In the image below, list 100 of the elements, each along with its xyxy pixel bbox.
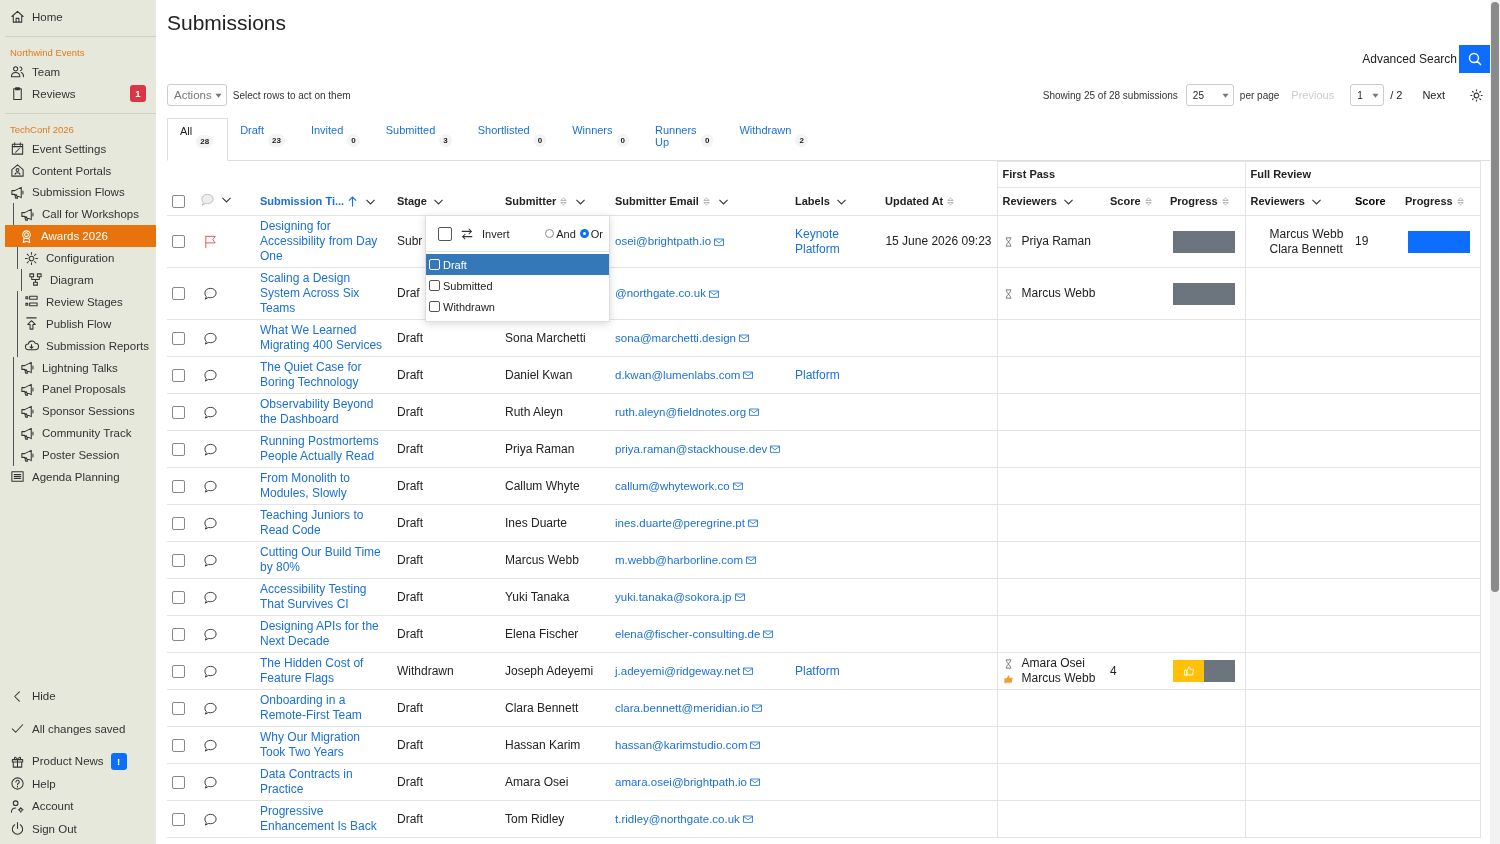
email-link[interactable]: osei@brightpath.io bbox=[615, 234, 712, 249]
invert-toggle[interactable]: Invert bbox=[438, 226, 510, 241]
sidebar-item[interactable]: Sign Out bbox=[5, 817, 156, 840]
submission-title-link[interactable]: From Monolith to Modules, Slowly bbox=[260, 471, 387, 501]
column-header[interactable]: Reviewers bbox=[1002, 194, 1075, 209]
match-mode-radio[interactable]: Or bbox=[579, 227, 603, 240]
row-checkbox[interactable] bbox=[172, 701, 185, 715]
sidebar-item[interactable]: Reviews 1 bbox=[5, 82, 156, 105]
email-link[interactable]: @northgate.co.uk bbox=[615, 286, 706, 301]
comment-icon[interactable] bbox=[203, 663, 218, 679]
comment-icon[interactable] bbox=[203, 552, 218, 568]
per-page-select[interactable]: 25 bbox=[1185, 84, 1234, 106]
email-link[interactable]: d.kwan@lumenlabs.com bbox=[615, 367, 741, 383]
column-header[interactable]: Stage bbox=[397, 193, 445, 209]
sidebar-item[interactable]: Account bbox=[5, 795, 156, 818]
envelope-icon[interactable] bbox=[745, 554, 757, 566]
sidebar-item[interactable]: Review Stages bbox=[17, 290, 156, 313]
sidebar-item[interactable]: Event Settings bbox=[5, 137, 156, 160]
column-header[interactable]: Score bbox=[1110, 194, 1154, 209]
row-checkbox[interactable] bbox=[172, 442, 185, 456]
envelope-icon[interactable] bbox=[741, 813, 754, 825]
stage-option[interactable]: Draft bbox=[426, 254, 609, 275]
envelope-icon[interactable] bbox=[742, 369, 755, 381]
submission-title-link[interactable]: Scaling a Design System Across Six Teams bbox=[260, 271, 387, 316]
email-link[interactable]: clara.bennett@meridian.io bbox=[615, 700, 750, 716]
comment-icon[interactable] bbox=[203, 441, 218, 457]
scrollbar[interactable] bbox=[1490, 0, 1500, 844]
row-checkbox[interactable] bbox=[172, 590, 185, 604]
comment-icon[interactable] bbox=[203, 404, 218, 420]
envelope-icon[interactable] bbox=[751, 702, 764, 714]
row-checkbox[interactable] bbox=[172, 627, 185, 641]
submission-title-link[interactable]: The Quiet Case for Boring Technology bbox=[260, 360, 387, 390]
email-link[interactable]: j.adeyemi@ridgeway.net bbox=[615, 663, 741, 679]
column-header[interactable]: Progress bbox=[1405, 194, 1466, 209]
flag-icon[interactable] bbox=[203, 234, 218, 249]
comment-icon[interactable] bbox=[203, 286, 218, 301]
email-link[interactable]: elena@fischer-consulting.de bbox=[615, 626, 761, 642]
envelope-icon[interactable] bbox=[762, 628, 775, 640]
sidebar-item[interactable]: Submission Reports bbox=[17, 334, 156, 357]
row-checkbox[interactable] bbox=[172, 235, 185, 249]
email-link[interactable]: sona@marchetti.design bbox=[615, 330, 736, 346]
status-tab[interactable]: Winners 0 bbox=[560, 118, 643, 160]
row-checkbox[interactable] bbox=[172, 405, 185, 419]
status-tab[interactable]: All 28 bbox=[167, 118, 229, 161]
status-tab[interactable]: Submitted 3 bbox=[373, 118, 466, 160]
envelope-icon[interactable] bbox=[731, 480, 744, 492]
stage-option[interactable]: Submitted bbox=[426, 275, 609, 296]
comment-icon[interactable] bbox=[203, 330, 218, 346]
submission-title-link[interactable]: Designing for Accessibility from Day One bbox=[260, 219, 387, 264]
comment-icon[interactable] bbox=[203, 626, 218, 642]
submission-title-link[interactable]: Observability Beyond the Dashboard bbox=[260, 397, 387, 427]
sidebar-item[interactable]: Content Portals bbox=[5, 159, 156, 182]
email-link[interactable]: m.webb@harborline.com bbox=[615, 552, 743, 568]
label-link[interactable]: Keynote bbox=[795, 226, 875, 242]
comment-icon[interactable] bbox=[203, 478, 218, 494]
sidebar-item[interactable]: Submission Flows bbox=[5, 181, 156, 204]
comment-icon[interactable] bbox=[203, 589, 218, 605]
search-button[interactable] bbox=[1459, 45, 1490, 73]
column-header[interactable]: Reviewers bbox=[1250, 194, 1323, 209]
envelope-icon[interactable] bbox=[769, 443, 782, 455]
row-checkbox[interactable] bbox=[172, 331, 185, 345]
sidebar-item[interactable]: Poster Session bbox=[13, 444, 156, 467]
comment-icon[interactable] bbox=[203, 737, 218, 753]
submission-title-link[interactable]: Why Our Migration Took Two Years bbox=[260, 730, 387, 760]
row-checkbox[interactable] bbox=[172, 664, 185, 678]
envelope-icon[interactable] bbox=[733, 591, 746, 603]
row-checkbox[interactable] bbox=[172, 812, 185, 826]
sidebar-item[interactable]: Sponsor Sessions bbox=[13, 400, 156, 423]
comment-icon[interactable] bbox=[203, 811, 218, 827]
email-link[interactable]: callum@whytework.co bbox=[615, 478, 730, 494]
sidebar-item[interactable]: Configuration bbox=[17, 247, 156, 269]
next-button[interactable]: Next bbox=[1416, 89, 1451, 101]
scrollbar-thumb[interactable] bbox=[1491, 2, 1499, 592]
row-checkbox[interactable] bbox=[172, 516, 185, 530]
submission-title-link[interactable]: Teaching Juniors to Read Code bbox=[260, 508, 387, 538]
column-header[interactable]: Labels bbox=[795, 193, 848, 209]
sidebar-item[interactable]: Panel Proposals bbox=[13, 378, 156, 401]
sidebar-item[interactable]: Community Track bbox=[13, 422, 156, 445]
match-mode-radio[interactable]: And bbox=[545, 227, 576, 240]
status-tab[interactable]: Invited 0 bbox=[298, 118, 374, 160]
column-header[interactable]: Submitter Email bbox=[615, 193, 730, 209]
sidebar-item[interactable]: Agenda Planning bbox=[5, 466, 156, 488]
envelope-icon[interactable] bbox=[746, 517, 759, 529]
settings-icon[interactable] bbox=[1469, 87, 1484, 103]
select-all-checkbox[interactable] bbox=[172, 195, 185, 209]
sidebar-item[interactable]: Home bbox=[5, 6, 156, 28]
sidebar-item[interactable]: Publish Flow bbox=[17, 312, 156, 335]
sidebar-item[interactable]: Team bbox=[5, 60, 156, 83]
submission-title-link[interactable]: The Hidden Cost of Feature Flags bbox=[260, 656, 387, 686]
email-link[interactable]: yuki.tanaka@sokora.jp bbox=[615, 589, 732, 605]
column-header[interactable]: Score bbox=[1355, 194, 1386, 209]
column-header[interactable]: Submitter bbox=[505, 193, 588, 209]
email-link[interactable]: priya.raman@stackhouse.dev bbox=[615, 441, 768, 457]
label-link[interactable]: Platform bbox=[795, 367, 875, 383]
submission-title-link[interactable]: Running Postmortems People Actually Read bbox=[260, 434, 387, 464]
row-checkbox[interactable] bbox=[172, 553, 185, 567]
stage-option[interactable]: Withdrawn bbox=[426, 296, 609, 317]
status-tab[interactable]: Withdrawn 2 bbox=[727, 118, 822, 160]
envelope-icon[interactable] bbox=[748, 776, 761, 788]
label-link[interactable]: Platform bbox=[795, 241, 875, 257]
